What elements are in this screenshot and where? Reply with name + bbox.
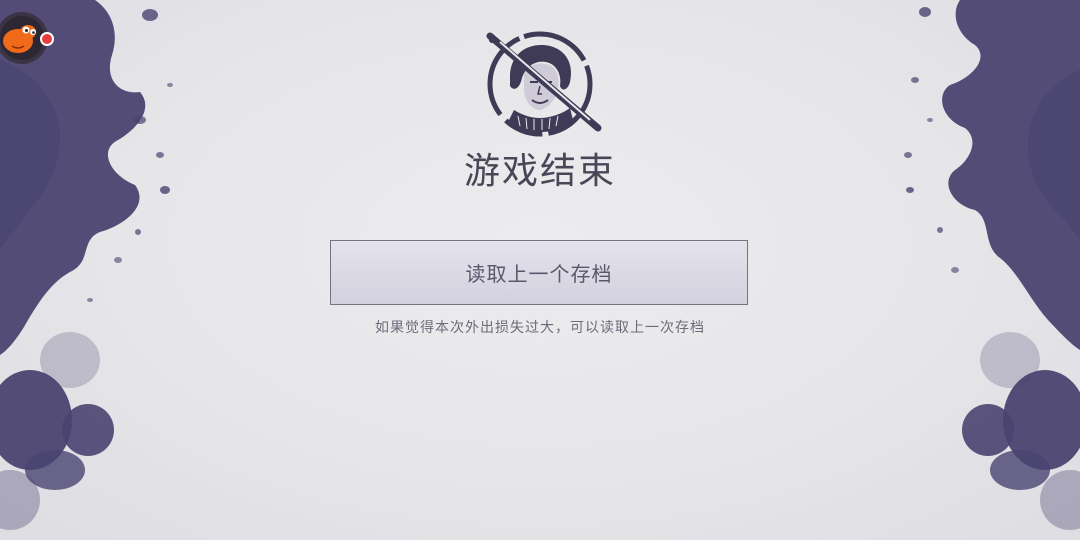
load-save-hint: 如果觉得本次外出损失过大，可以读取上一次存档 — [375, 320, 705, 336]
hooded-survivor-portrait-icon — [486, 31, 602, 137]
ink-splatter-right — [904, 0, 1080, 530]
ink-splatter-left — [0, 0, 173, 530]
load-previous-save-label: 读取上一个存档 — [465, 262, 613, 286]
game-over-title: 游戏结束 — [463, 151, 616, 192]
red-dot-icon — [40, 32, 54, 46]
orange-mascot-icon[interactable] — [0, 8, 60, 68]
load-previous-save-button[interactable]: 读取上一个存档 — [330, 240, 748, 305]
game-over-screen: 游戏结束 读取上一个存档 如果觉得本次外出损失过大，可以读取上一次存档 — [0, 0, 1080, 540]
